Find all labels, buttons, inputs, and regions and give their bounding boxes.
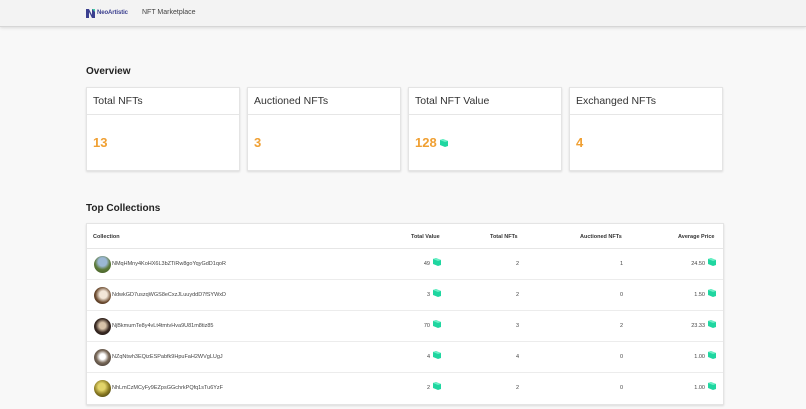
card-value: 3 — [254, 135, 262, 150]
average-price-cell: 23.33 — [691, 319, 716, 329]
top-collections-title: Top Collections — [86, 203, 161, 214]
neo-coin-icon — [708, 258, 716, 266]
average-price: 1.00 — [694, 354, 705, 360]
logo-text: NeoArtistic — [97, 10, 128, 16]
collection-name[interactable]: NdwkGD7uszqWGS8eCxzJLuuyddD7fSYWxD — [112, 292, 226, 298]
collection-name[interactable]: NMqHMny4KoHX6L3bZTiRw8goYqyGdD1qoR — [112, 261, 226, 267]
table-header: Collection Total Value Total NFTs Auctio… — [87, 224, 723, 249]
collection-avatar-icon — [94, 349, 111, 366]
total-nfts-cell: 3 — [515, 323, 519, 329]
table-row[interactable]: NhLmCzMCyFy9EZpsGGchrkPQfq1sTu6YzF 2 2 0 1.0… — [87, 373, 723, 404]
total-nfts-cell: 2 — [515, 385, 519, 391]
neo-coin-icon — [708, 320, 716, 328]
neo-coin-icon — [708, 289, 716, 297]
top-navbar: NeoArtistic NFT Marketplace — [0, 0, 806, 27]
brand-logo[interactable]: NeoArtistic — [86, 8, 128, 18]
nav-link-nft-marketplace[interactable]: NFT Marketplace — [142, 9, 196, 16]
auctioned-nfts-cell: 2 — [619, 323, 623, 329]
collection-avatar-icon — [94, 380, 111, 397]
average-price: 1.50 — [694, 292, 705, 298]
column-header-total-nfts: Total NFTs — [490, 234, 518, 240]
average-price-cell: 1.50 — [694, 288, 716, 298]
total-value: 3 — [426, 292, 430, 298]
total-value-cell: 3 — [427, 288, 441, 298]
neo-coin-icon — [433, 289, 441, 297]
total-nfts-cell: 4 — [515, 354, 519, 360]
card-value: 13 — [93, 135, 108, 150]
average-price: 1.00 — [694, 385, 705, 391]
card-auctioned-nfts: Auctioned NFTs 3 — [247, 87, 401, 171]
auctioned-nfts-cell: 0 — [619, 385, 623, 391]
table-row[interactable]: NZqNtwh3EQizESPabfk9HpuFaH2WVgLUgJ 4 4 0 1.0… — [87, 342, 723, 373]
card-value: 4 — [576, 135, 584, 150]
card-value: 128 — [415, 135, 437, 150]
card-label: Exchanged NFTs — [570, 88, 722, 115]
total-value: 70 — [423, 323, 430, 329]
neoartistic-logo-icon — [86, 9, 95, 18]
card-total-nfts: Total NFTs 13 — [86, 87, 240, 171]
total-value: 4 — [426, 354, 430, 360]
collection-avatar-icon — [94, 318, 111, 335]
neo-coin-icon — [439, 138, 448, 147]
card-label: Auctioned NFTs — [248, 88, 400, 115]
card-label: Total NFT Value — [409, 88, 561, 115]
table-row[interactable]: NjBkmumTe8y4vLt4tmtvHva9U81m8tiz85 70 3 2 23… — [87, 311, 723, 342]
card-label: Total NFTs — [87, 88, 239, 115]
auctioned-nfts-cell: 1 — [619, 261, 623, 267]
neo-coin-icon — [433, 382, 441, 390]
column-header-auctioned-nfts: Auctioned NFTs — [580, 234, 622, 240]
neo-coin-icon — [433, 320, 441, 328]
table-row[interactable]: NMqHMny4KoHX6L3bZTiRw8goYqyGdD1qoR 49 2 1 24… — [87, 249, 723, 280]
top-collections-table: Collection Total Value Total NFTs Auctio… — [86, 223, 724, 405]
collection-name[interactable]: NhLmCzMCyFy9EZpsGGchrkPQfq1sTu6YzF — [112, 385, 223, 391]
total-value-cell: 2 — [427, 381, 441, 391]
neo-coin-icon — [708, 351, 716, 359]
total-value: 49 — [423, 261, 430, 267]
average-price-cell: 1.00 — [694, 381, 716, 391]
total-value-cell: 49 — [424, 257, 441, 267]
average-price-cell: 24.50 — [691, 257, 716, 267]
neo-coin-icon — [433, 351, 441, 359]
card-total-nft-value: Total NFT Value 128 — [408, 87, 562, 171]
collection-name[interactable]: NZqNtwh3EQizESPabfk9HpuFaH2WVgLUgJ — [112, 354, 223, 360]
auctioned-nfts-cell: 0 — [619, 354, 623, 360]
card-exchanged-nfts: Exchanged NFTs 4 — [569, 87, 723, 171]
average-price: 23.33 — [691, 323, 705, 329]
table-row[interactable]: NdwkGD7uszqWGS8eCxzJLuuyddD7fSYWxD 3 2 0 1.5… — [87, 280, 723, 311]
total-value-cell: 4 — [427, 350, 441, 360]
collection-name[interactable]: NjBkmumTe8y4vLt4tmtvHva9U81m8tiz85 — [112, 323, 213, 329]
auctioned-nfts-cell: 0 — [619, 292, 623, 298]
column-header-total-value: Total Value — [411, 234, 440, 240]
total-value-cell: 70 — [424, 319, 441, 329]
column-header-average-price: Average Price — [678, 234, 715, 240]
collection-avatar-icon — [94, 287, 111, 304]
column-header-collection: Collection — [93, 234, 120, 240]
neo-coin-icon — [708, 382, 716, 390]
overview-title: Overview — [86, 66, 131, 77]
average-price-cell: 1.00 — [694, 350, 716, 360]
total-nfts-cell: 2 — [515, 292, 519, 298]
average-price: 24.50 — [691, 261, 705, 267]
total-value: 2 — [426, 385, 430, 391]
neo-coin-icon — [433, 258, 441, 266]
collection-avatar-icon — [94, 256, 111, 273]
total-nfts-cell: 2 — [515, 261, 519, 267]
